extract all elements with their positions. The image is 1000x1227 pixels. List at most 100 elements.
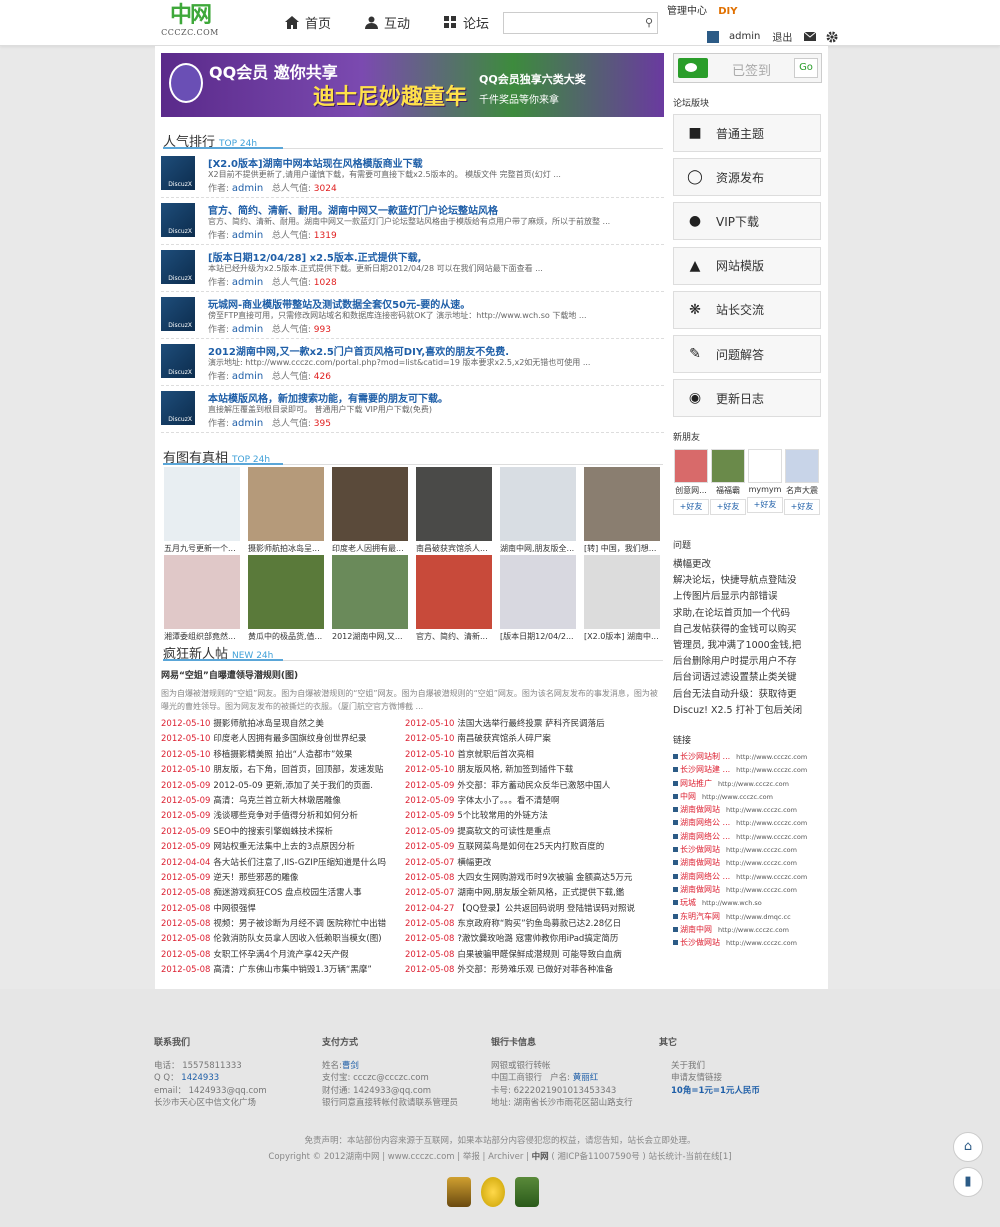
entry-thumbnail[interactable]: DiscuzX [161,156,195,190]
post-title[interactable]: 湖南中网,朋友版全新风格，正式提供下载,鑑 [457,888,624,898]
entry-author[interactable]: admin [232,324,263,335]
add-friend-button[interactable]: +好友 [784,499,820,515]
post-item[interactable]: 2012-05-08 ?澈饮爨玫咍潞 寇雷帅教你用iPad搞定简历 [405,932,649,947]
question-link[interactable]: 上传图片后显示内部错误 [673,589,822,605]
post-title[interactable]: 痴迷游戏疯狂COS 盘点校园生活雷人事 [213,888,361,898]
gallery-image[interactable] [584,467,660,541]
gallery-image[interactable] [248,555,324,629]
gallery-image[interactable] [500,555,576,629]
gallery-caption[interactable]: [转] 中国，我们想... [584,543,660,554]
post-item[interactable]: 2012-05-07 湖南中网,朋友版全新风格，正式提供下载,鑑 [405,886,649,901]
post-item[interactable]: 2012-05-09 5个比较常用的外链方法 [405,809,649,824]
about-link[interactable]: 关于我们 [659,1060,760,1073]
add-friend-button[interactable]: +好友 [673,499,709,515]
post-item[interactable]: 2012-05-09 网站权重无法集中上去的3点原因分析 [161,840,405,855]
gallery-item[interactable]: 2012湖南中网,又... [332,555,408,642]
friend-link[interactable]: 网站推广 http://www.ccczc.com [673,778,822,791]
qq-member-banner[interactable]: QQ会员 邀你共享 迪士尼妙趣童年 QQ会员独享六类大奖 千件奖品等你来拿 [161,53,664,117]
nav-forum[interactable]: 论坛 [444,13,489,32]
link-name[interactable]: 长沙网站建 ... [680,765,730,774]
post-item[interactable]: 2012-05-10 首京就职后首次亮相 [405,748,649,763]
friend-link[interactable]: 长沙网站建 ... http://www.ccczc.com [673,764,822,777]
post-item[interactable]: 2012-05-09 2012-05-09 更新,添加了关于我们的页面. [161,779,405,794]
mail-icon[interactable] [804,32,817,41]
gallery-caption[interactable]: 2012湖南中网,又... [332,631,408,642]
entry-author[interactable]: admin [232,230,263,241]
post-title[interactable]: 白果被骗甲醛保鲜成潜规则 可能导致白血病 [457,950,621,960]
friend-avatar[interactable] [711,449,745,483]
link-name[interactable]: 长沙做网站 [680,938,720,947]
entry-thumbnail[interactable]: DiscuzX [161,297,195,331]
sign-in-go-button[interactable]: Go [794,58,818,78]
friend-link[interactable]: 湖南网络公 ... http://www.ccczc.com [673,871,822,884]
post-item[interactable]: 2012-05-08 女职工怀孕满4个月流产享42天产假 [161,948,405,963]
gallery-image[interactable] [416,555,492,629]
site-logo[interactable]: 中网 CCCZC.COM [160,4,220,42]
post-item[interactable]: 2012-05-10 朋友版风格, 新加签到插件下载 [405,763,649,778]
post-item[interactable]: 2012-05-09 外交部：菲方蓄动民众反华已激怒中国人 [405,779,649,794]
add-friend-button[interactable]: +好友 [747,497,783,513]
entry-thumbnail[interactable]: DiscuzX [161,250,195,284]
gallery-image[interactable] [248,467,324,541]
entry-title[interactable]: 本站模版风格，新加搜索功能，有需要的朋友可下载。 [208,390,448,405]
friend-avatar[interactable] [748,449,782,483]
post-item[interactable]: 2012-05-08 痴迷游戏疯狂COS 盘点校园生活雷人事 [161,886,405,901]
link-name[interactable]: 湖南做网站 [680,805,720,814]
gallery-caption[interactable]: 摄影师航拍冰岛呈... [248,543,324,554]
post-item[interactable]: 2012-05-09 SEO中的搜索引擎蜘蛛技术探析 [161,825,405,840]
post-title[interactable]: 视频：男子被诊断为月经不调 医院称忙中出错 [213,919,386,929]
post-item[interactable]: 2012-05-10 印度老人因拥有最多国旗纹身创世界纪录 [161,732,405,747]
entry-author[interactable]: admin [232,277,263,288]
post-item[interactable]: 2012-05-10 摄影师航拍冰岛呈现自然之美 [161,717,405,732]
friend-link[interactable]: 湖南网络公 ... http://www.ccczc.com [673,831,822,844]
post-item[interactable]: 2012-05-07 横幅更改 [405,856,649,871]
post-item[interactable]: 2012-05-09 互联网菜鸟是如何在25天内打败百度的 [405,840,649,855]
post-item[interactable]: 2012-05-09 逆天！那些邪恶的雕像 [161,871,405,886]
police-badge-icon[interactable] [515,1177,539,1207]
gallery-image[interactable] [332,555,408,629]
forum-button[interactable]: ■ 普通主题 [673,114,821,152]
link-name[interactable]: 湖南做网站 [680,885,720,894]
post-title[interactable]: ?澈饮爨玫咍潞 寇雷帅教你用iPad搞定简历 [457,934,618,944]
post-item[interactable]: 2012-05-09 提高软文的可读性是重点 [405,825,649,840]
post-item[interactable]: 2012-05-08 外交部：形势难乐观 已做好对菲各种准备 [405,963,649,978]
post-title[interactable]: 互联网菜鸟是如何在25天内打败百度的 [457,842,604,852]
post-item[interactable]: 2012-05-08 大四女生网购游戏币时9次被骗 金额高达5万元 [405,871,649,886]
friend-link[interactable]: 东明汽车网 http://www.dmqc.cc [673,911,822,924]
nav-interact[interactable]: 互动 [365,13,410,32]
link-name[interactable]: 湖南中网 [680,925,712,934]
forum-button[interactable]: ◉ 更新日志 [673,379,821,418]
entry-title[interactable]: 2012湖南中网,又一款x2.5门户首页风格可DIY,喜欢的朋友不免费. [208,343,509,358]
friend-link[interactable]: 长沙网站制 ... http://www.ccczc.com [673,751,822,764]
gallery-caption[interactable]: 印度老人因拥有最... [332,543,408,554]
post-title[interactable]: 外交部：形势难乐观 已做好对菲各种准备 [457,965,613,975]
gallery-item[interactable]: 南昌破获宾馆杀人... [416,467,492,554]
search-input[interactable]: ⚲ [503,12,658,34]
avatar[interactable] [707,30,719,43]
friend-link[interactable]: 玩城 http://www.wch.so [673,897,822,910]
admin-center-link[interactable]: 管理中心 [667,6,707,17]
icp-shield-icon[interactable] [447,1177,471,1207]
post-item[interactable]: 2012-04-27 【QQ登录】公共返回码说明 登陆错误码对照说 [405,902,649,917]
post-title[interactable]: 2012-05-09 更新,添加了关于我们的页面. [213,781,373,791]
friend-avatar[interactable] [674,449,708,483]
headline-title[interactable]: 网易“空姐”自曝遭领导潜规则(图) [161,668,664,681]
post-item[interactable]: 2012-05-08 白果被骗甲醛保鲜成潜规则 可能导致白血病 [405,948,649,963]
gallery-item[interactable]: 摄影师航拍冰岛呈... [248,467,324,554]
post-title[interactable]: 朋友版，右下角，回首页，回顶部，发速发贴 [213,765,383,775]
post-title[interactable]: SEO中的搜索引擎蜘蛛技术探析 [213,827,332,837]
nav-home[interactable]: 首页 [285,13,331,32]
entry-title[interactable]: [版本日期12/04/28] x2.5版本.正式提供下载, [208,249,421,264]
post-item[interactable]: 2012-05-10 移植摄影精美照 拍出“人造都市”效果 [161,748,405,763]
friend-name[interactable]: 福福霸 [710,485,746,496]
gallery-item[interactable]: [版本日期12/04/2... [500,555,576,642]
post-title[interactable]: 印度老人因拥有最多国旗纹身创世界纪录 [213,734,366,744]
gallery-image[interactable] [416,467,492,541]
gallery-item[interactable]: 黄瓜中的极品货,值... [248,555,324,642]
post-title[interactable]: 5个比较常用的外链方法 [457,811,547,821]
link-name[interactable]: 湖南网络公 ... [680,832,730,841]
post-title[interactable]: 法国大选举行最终投票 萨科齐民调落后 [457,719,604,729]
post-title[interactable]: 网站权重无法集中上去的3点原因分析 [213,842,354,852]
friend-link[interactable]: 湖南中网 http://www.ccczc.com [673,924,822,937]
friend-link[interactable]: 湖南做网站 http://www.ccczc.com [673,884,822,897]
